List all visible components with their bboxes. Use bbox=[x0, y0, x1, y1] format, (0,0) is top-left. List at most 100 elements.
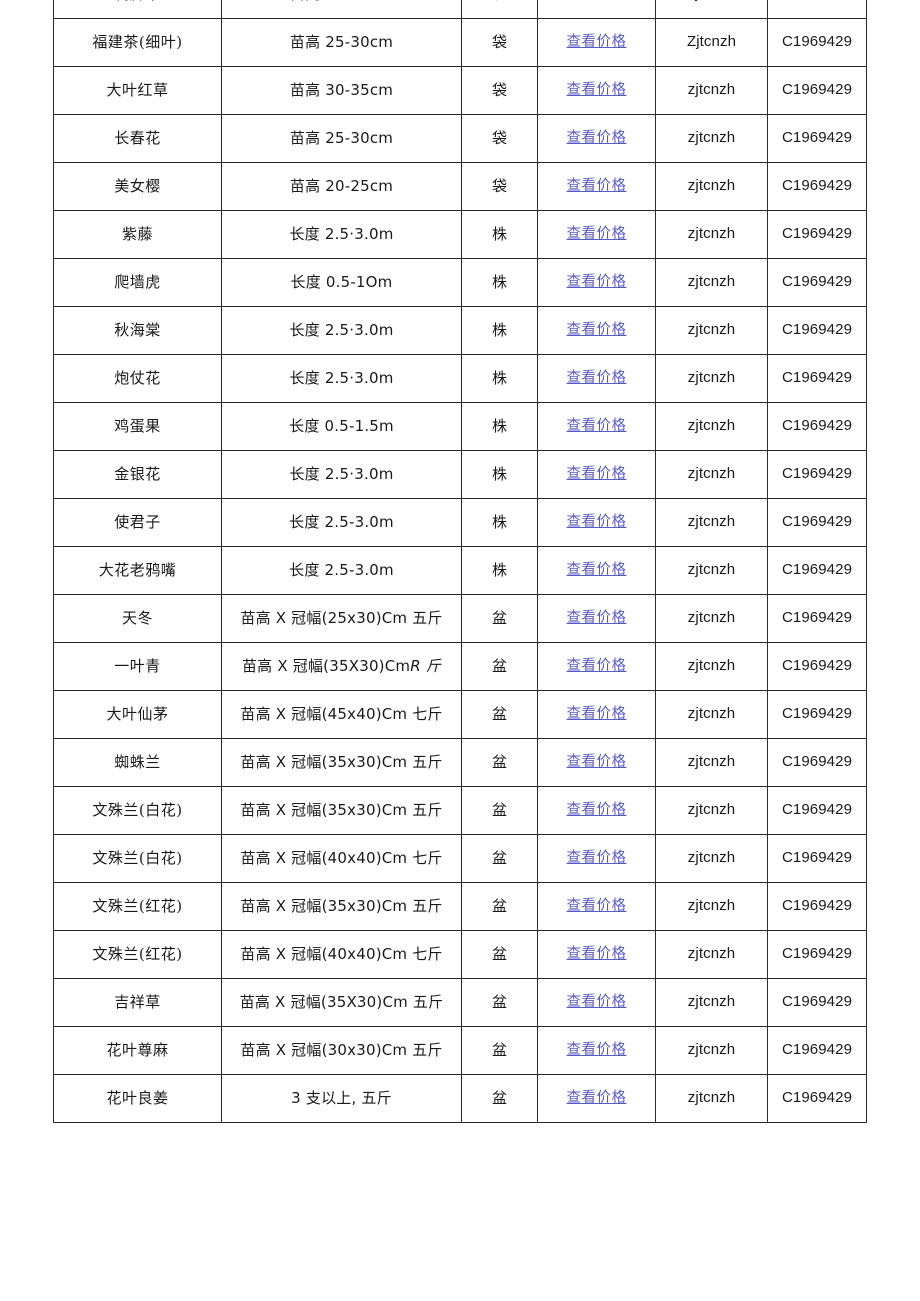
price-link-cell[interactable]: 查看价格 bbox=[537, 498, 656, 547]
product-code-cell: C1969429 bbox=[767, 66, 867, 115]
view-price-link[interactable]: 查看价格 bbox=[567, 1090, 627, 1106]
supplier-cell: zjtcnzh bbox=[655, 594, 768, 643]
view-price-link[interactable]: 查看价格 bbox=[567, 994, 627, 1010]
plant-name-cell: 文殊兰(红花) bbox=[53, 930, 222, 979]
price-link-cell[interactable]: 查看价格 bbox=[537, 930, 656, 979]
view-price-link[interactable]: 查看价格 bbox=[567, 802, 627, 818]
price-link-cell[interactable]: 查看价格 bbox=[537, 642, 656, 691]
view-price-link[interactable]: 查看价格 bbox=[567, 274, 627, 290]
view-price-link[interactable]: 查看价格 bbox=[567, 466, 627, 482]
supplier-cell: zjtcnzh bbox=[655, 162, 768, 211]
view-price-link[interactable]: 查看价格 bbox=[567, 418, 627, 434]
product-code-cell: C1969429 bbox=[767, 0, 867, 19]
view-price-link[interactable]: 查看价格 bbox=[567, 946, 627, 962]
price-link-cell[interactable]: 查看价格 bbox=[537, 1074, 656, 1123]
price-link-cell[interactable]: 查看价格 bbox=[537, 738, 656, 787]
price-link-cell[interactable]: 查看价格 bbox=[537, 834, 656, 883]
specification-cell: 苗高 X 冠幅(35x30)Cm 五斤 bbox=[221, 882, 462, 931]
specification-cell: 苗高 30-35cm bbox=[221, 0, 462, 19]
table-row: 文殊兰(红花) 苗高 X 冠幅(35x30)Cm 五斤盆 查看价格 zjtcnzh C1… bbox=[53, 882, 867, 931]
product-code-cell: C1969429 bbox=[767, 114, 867, 163]
price-link-cell[interactable]: 查看价格 bbox=[537, 882, 656, 931]
view-price-link[interactable]: 查看价格 bbox=[567, 370, 627, 386]
table-row: 鸭脚本苗高 30-35cm袋 查看价格 zjtcnzhC1969429 bbox=[53, 0, 867, 19]
product-code-cell: C1969429 bbox=[767, 882, 867, 931]
product-code-cell: C1969429 bbox=[767, 18, 867, 67]
price-link-cell[interactable]: 查看价格 bbox=[537, 306, 656, 355]
product-code-cell: C1969429 bbox=[767, 450, 867, 499]
view-price-link[interactable]: 查看价格 bbox=[567, 562, 627, 578]
product-code-cell: C1969429 bbox=[767, 546, 867, 595]
table-row: 金银花 长度 2.5·3.0m 株 查看价格 zjtcnzh C1969429 bbox=[53, 450, 867, 499]
unit-cell: 盆 bbox=[461, 594, 538, 643]
view-price-link[interactable]: 查看价格 bbox=[567, 226, 627, 242]
price-link-cell[interactable]: 查看价格 bbox=[537, 114, 656, 163]
table-row: 文殊兰(白花) 苗高 X 冠幅(35x30)Cm 五斤盆 查看价格 zjtcnzh C1… bbox=[53, 786, 867, 835]
view-price-link[interactable]: 查看价格 bbox=[567, 850, 627, 866]
unit-cell: 盆 bbox=[461, 738, 538, 787]
product-code-cell: C1969429 bbox=[767, 210, 867, 259]
view-price-link[interactable]: 查看价格 bbox=[567, 610, 627, 626]
view-price-link[interactable]: 查看价格 bbox=[567, 178, 627, 194]
price-link-cell[interactable]: 查看价格 bbox=[537, 0, 656, 19]
specification-cell: 苗高 X 冠幅(40x40)Cm 七斤 bbox=[221, 834, 462, 883]
view-price-link[interactable]: 查看价格 bbox=[567, 130, 627, 146]
view-price-link[interactable]: 查看价格 bbox=[567, 658, 627, 674]
view-price-link[interactable]: 查看价格 bbox=[567, 322, 627, 338]
view-price-link[interactable]: 查看价格 bbox=[567, 706, 627, 722]
price-link-cell[interactable]: 查看价格 bbox=[537, 354, 656, 403]
plant-name-cell: 花叶良姜 bbox=[53, 1074, 222, 1123]
table-row: 花叶良姜 3 支以上, 五斤盆 查看价格 zjtcnzh C1969429 bbox=[53, 1074, 867, 1123]
price-link-cell[interactable]: 查看价格 bbox=[537, 402, 656, 451]
plant-name-cell: 天冬 bbox=[53, 594, 222, 643]
price-link-cell[interactable]: 查看价格 bbox=[537, 786, 656, 835]
unit-cell: 盆 bbox=[461, 930, 538, 979]
product-code-cell: C1969429 bbox=[767, 162, 867, 211]
price-link-cell[interactable]: 查看价格 bbox=[537, 210, 656, 259]
plant-name-cell: 爬墙虎 bbox=[53, 258, 222, 307]
plant-name-cell: 秋海棠 bbox=[53, 306, 222, 355]
price-link-cell[interactable]: 查看价格 bbox=[537, 258, 656, 307]
price-link-cell[interactable]: 查看价格 bbox=[537, 450, 656, 499]
price-link-cell[interactable]: 查看价格 bbox=[537, 546, 656, 595]
view-price-link[interactable]: 查看价格 bbox=[567, 1042, 627, 1058]
plant-name-cell: 大叶仙茅 bbox=[53, 690, 222, 739]
view-price-link[interactable]: 查看价格 bbox=[567, 34, 627, 50]
price-link-cell[interactable]: 查看价格 bbox=[537, 690, 656, 739]
price-link-cell[interactable]: 查看价格 bbox=[537, 66, 656, 115]
supplier-cell: zjtcnzh bbox=[655, 402, 768, 451]
view-price-link[interactable]: 查看价格 bbox=[567, 514, 627, 530]
price-link-cell[interactable]: 查看价格 bbox=[537, 162, 656, 211]
table-row: 大叶仙茅 苗高 X 冠幅(45x40)Cm 七斤盆 查看价格 zjtcnzh C1969… bbox=[53, 690, 867, 739]
supplier-cell: Zjtcnzh bbox=[655, 18, 768, 67]
supplier-cell: zjtcnzh bbox=[655, 546, 768, 595]
supplier-cell: zjtcnzh bbox=[655, 930, 768, 979]
supplier-cell: zjtcnzh bbox=[655, 66, 768, 115]
specification-cell: 3 支以上, 五斤 bbox=[221, 1074, 462, 1123]
price-link-cell[interactable]: 查看价格 bbox=[537, 18, 656, 67]
table-row: 吉祥草 苗高 X 冠幅(35X30)Cm 五斤盆 查看价格 zjtcnzh C19694… bbox=[53, 978, 867, 1027]
view-price-link[interactable]: 查看价格 bbox=[567, 754, 627, 770]
unit-cell: 袋 bbox=[461, 66, 538, 115]
view-price-link[interactable]: 查看价格 bbox=[567, 82, 627, 98]
table-row: 蜘蛛兰 苗高 X 冠幅(35x30)Cm 五斤盆 查看价格 zjtcnzh C19694… bbox=[53, 738, 867, 787]
supplier-cell: zjtcnzh bbox=[655, 738, 768, 787]
price-link-cell[interactable]: 查看价格 bbox=[537, 594, 656, 643]
table-row: 美女樱 苗高 20-25cm 袋 查看价格 zjtcnzh C1969429 bbox=[53, 162, 867, 211]
view-price-link[interactable]: 查看价格 bbox=[567, 898, 627, 914]
plant-name-cell: 长春花 bbox=[53, 114, 222, 163]
specification-cell: 苗高 X 冠幅(35x30)Cm 五斤 bbox=[221, 786, 462, 835]
specification-cell: 长度 2.5-3.0m bbox=[221, 498, 462, 547]
price-link-cell[interactable]: 查看价格 bbox=[537, 1026, 656, 1075]
supplier-cell: zjtcnzh bbox=[655, 210, 768, 259]
supplier-cell: zjtcnzh bbox=[655, 834, 768, 883]
specification-cell: 苗高 X 冠幅(35x30)Cm 五斤 bbox=[221, 738, 462, 787]
plant-name-cell: 花叶尊麻 bbox=[53, 1026, 222, 1075]
plant-name-cell: 使君子 bbox=[53, 498, 222, 547]
view-price-link[interactable]: 查看价格 bbox=[567, 0, 627, 2]
price-link-cell[interactable]: 查看价格 bbox=[537, 978, 656, 1027]
plant-name-cell: 紫藤 bbox=[53, 210, 222, 259]
product-code-cell: C1969429 bbox=[767, 930, 867, 979]
table-row: 一叶青 苗高 X 冠幅(35X30)CmR 斤盆 查看价格 zjtcnzh C19694… bbox=[53, 642, 867, 691]
plant-name-cell: 炮仗花 bbox=[53, 354, 222, 403]
